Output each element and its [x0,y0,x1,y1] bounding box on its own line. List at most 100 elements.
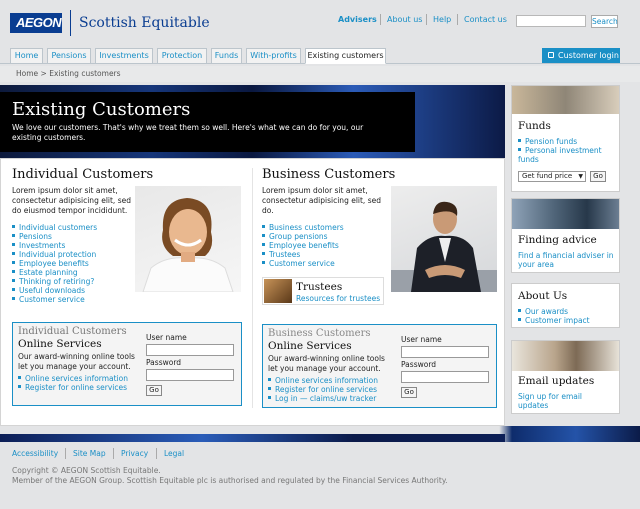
individual-box-links: Online services information Register for… [18,374,128,392]
business-title: Business Customers [262,167,396,182]
toplink-contact[interactable]: Contact us [464,15,507,24]
tab-protection[interactable]: Protection [157,48,207,64]
copyright: Copyright © AEGON Scottish Equitable. Me… [12,466,448,486]
username-field[interactable] [401,346,489,358]
go-button[interactable]: Go [146,385,162,396]
individual-box-sub: Individual Customers [18,326,127,337]
toplink-advisers[interactable]: Advisers [338,15,377,24]
page-title: Existing Customers [12,99,191,120]
funds-links: Pension funds Personal investment funds [518,137,616,164]
password-field[interactable] [401,371,489,383]
username-label: User name [401,335,442,344]
list-item[interactable]: Pensions [12,232,97,241]
column-divider [252,168,253,408]
brand-name: Scottish Equitable [70,10,210,36]
list-item[interactable]: Individual protection [12,250,97,259]
advice-title: Finding advice [518,234,597,246]
lock-icon [548,52,554,58]
trustees-title: Trustees [296,281,343,293]
tab-pensions[interactable]: Pensions [47,48,91,64]
list-item[interactable]: Customer service [262,259,344,268]
list-item[interactable]: Pension funds [518,137,616,146]
coffee-photo [512,341,619,371]
toplink-about[interactable]: About us [387,15,422,24]
footer-sitemap[interactable]: Site Map [73,449,106,458]
divider [113,448,114,459]
funds-title: Funds [518,120,551,132]
email-title: Email updates [518,375,595,387]
list-item[interactable]: Customer impact [518,316,590,325]
list-item[interactable]: Our awards [518,307,590,316]
tab-with-profits[interactable]: With-profits [246,48,301,64]
regulatory-line: Member of the AEGON Group. Scottish Equi… [12,476,448,485]
footer-legal[interactable]: Legal [164,449,184,458]
list-item[interactable]: Thinking of retiring? [12,277,97,286]
divider [65,448,66,459]
breadcrumb: Home > Existing customers [0,66,640,82]
advice-link[interactable]: Find a financial adviser in your area [518,251,616,269]
hero-intro: We love our customers. That's why we tre… [12,123,364,142]
list-item[interactable]: Individual customers [12,223,97,232]
about-title: About Us [518,290,568,302]
list-item[interactable]: Employee benefits [12,259,97,268]
footer-accessibility[interactable]: Accessibility [12,449,58,458]
about-links: Our awards Customer impact [518,307,590,325]
business-box-links: Online services information Register for… [268,376,378,403]
search-input[interactable] [516,15,586,27]
list-item[interactable]: Register for online services [18,383,128,392]
go-button[interactable]: Go [401,387,417,398]
aegon-logo[interactable]: AEGON [10,13,62,33]
list-item[interactable]: Log in — claims/uw tracker [268,394,378,403]
list-item[interactable]: Useful downloads [12,286,97,295]
business-box-sub: Business Customers [268,328,371,339]
fund-price-select[interactable]: Get fund price ▼ [518,171,586,182]
fund-go-button[interactable]: Go [590,171,606,182]
toplink-help[interactable]: Help [433,15,451,24]
breadcrumb-current: Existing customers [49,69,121,78]
email-link[interactable]: Sign up for email updates [518,392,598,410]
businessman-photo [391,186,497,292]
password-label: Password [401,360,437,369]
list-item[interactable]: Online services information [268,376,378,385]
list-item[interactable]: Trustees [262,250,344,259]
business-box-title: Online Services [268,340,352,352]
trustees-link[interactable]: Resources for trustees [296,294,380,303]
divider [426,14,427,25]
list-item[interactable]: Business customers [262,223,344,232]
tab-existing-customers[interactable]: Existing customers [305,48,386,64]
footer-privacy[interactable]: Privacy [121,449,148,458]
business-links: Business customers Group pensions Employ… [262,223,344,268]
individual-links: Individual customers Pensions Investment… [12,223,97,304]
list-item[interactable]: Estate planning [12,268,97,277]
pen-photo [512,199,619,229]
woman-photo [135,186,241,292]
tab-funds[interactable]: Funds [211,48,242,64]
list-item[interactable]: Online services information [18,374,128,383]
list-item[interactable]: Employee benefits [262,241,344,250]
breadcrumb-home[interactable]: Home [16,69,38,78]
divider [457,14,458,25]
chevron-down-icon: ▼ [578,173,583,180]
list-item[interactable]: Register for online services [268,385,378,394]
list-item[interactable]: Customer service [12,295,97,304]
search-button[interactable]: Search [591,15,618,28]
tab-home[interactable]: Home [10,48,43,64]
breadcrumb-separator: > [40,69,47,78]
tab-investments[interactable]: Investments [95,48,153,64]
fund-price-select-value: Get fund price [522,172,573,180]
password-label: Password [146,358,182,367]
copyright-line: Copyright © AEGON Scottish Equitable. [12,466,161,475]
divider [380,14,381,25]
business-lorem: Lorem ipsum dolor sit amet, consectetur … [262,186,381,215]
bottom-band-left [0,434,505,442]
list-item[interactable]: Group pensions [262,232,344,241]
individual-box-desc: Our award-winning online tools let you m… [18,352,135,371]
divider [156,448,157,459]
password-field[interactable] [146,369,234,381]
business-box-desc: Our award-winning online tools let you m… [268,354,385,373]
username-field[interactable] [146,344,234,356]
newspaper-photo [512,86,619,114]
individual-box-title: Online Services [18,338,102,350]
list-item[interactable]: Investments [12,241,97,250]
list-item[interactable]: Personal investment funds [518,146,616,164]
